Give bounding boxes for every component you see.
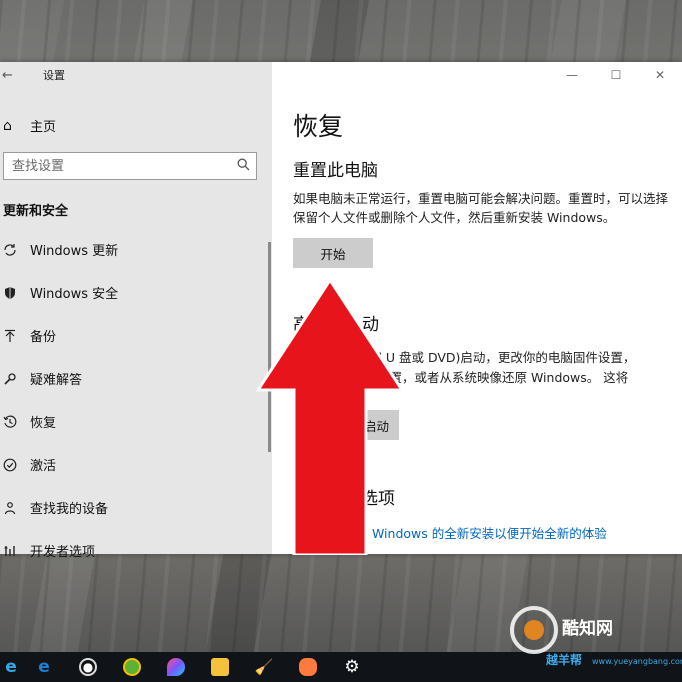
- minimize-button[interactable]: —: [550, 62, 594, 88]
- sidebar-item-activation[interactable]: 激活: [0, 443, 265, 486]
- red-arrow-annotation: [256, 280, 404, 555]
- sidebar-item-developer[interactable]: 开发者选项: [0, 529, 265, 572]
- sidebar-item-recovery[interactable]: 恢复: [0, 400, 265, 443]
- sidebar-item-label: 疑难解答: [30, 373, 83, 388]
- qq-icon[interactable]: ●: [66, 652, 110, 682]
- window-title: 设置: [43, 69, 65, 82]
- sidebar-item-label: 恢复: [30, 416, 57, 431]
- maximize-button[interactable]: ☐: [594, 62, 638, 88]
- sidebar-item-label: 备份: [30, 330, 57, 345]
- paint3d-icon[interactable]: [154, 652, 198, 682]
- sidebar-item-label: Windows 安全: [30, 287, 119, 302]
- reset-pc-heading: 重置此电脑: [293, 161, 378, 181]
- watermark-site: www.yueyangbang.com: [592, 657, 682, 666]
- file-explorer-icon[interactable]: [198, 652, 242, 682]
- browser-360-icon[interactable]: [110, 652, 154, 682]
- sidebar-item-label: 激活: [30, 459, 57, 474]
- watermark-brand2: 越羊帮: [545, 652, 582, 667]
- wrench-icon: [0, 372, 30, 386]
- close-button[interactable]: ✕: [638, 62, 682, 88]
- ie-icon[interactable]: e: [0, 652, 22, 682]
- backup-icon: [0, 329, 30, 343]
- sidebar-item-troubleshoot[interactable]: 疑难解答: [0, 357, 265, 400]
- sidebar-item-find-my-device[interactable]: 查找我的设备: [0, 486, 265, 529]
- history-icon: [0, 415, 30, 429]
- settings-search-box[interactable]: [3, 152, 257, 180]
- search-icon[interactable]: [230, 158, 256, 175]
- shield-icon: [0, 286, 30, 300]
- sidebar-item-label: 开发者选项: [30, 545, 96, 560]
- home-nav-item[interactable]: ⌂ 主页: [0, 116, 57, 136]
- window-titlebar: ← 设置: [0, 62, 272, 88]
- reset-pc-description: 如果电脑未正常运行，重置电脑可能会解决问题。重置时，可以选择保留个人文件或删除个…: [293, 191, 669, 225]
- window-controls: — ☐ ✕: [550, 62, 682, 88]
- sidebar-nav: Windows 更新 Windows 安全 备份 疑难解答 恢复 激活 查找我的…: [0, 228, 265, 572]
- check-circle-icon: [0, 458, 30, 472]
- sidebar-item-windows-update[interactable]: Windows 更新: [0, 228, 265, 271]
- arrow-left-icon[interactable]: ←: [2, 68, 22, 83]
- sidebar-item-label: 查找我的设备: [30, 502, 109, 517]
- painting-icon[interactable]: [286, 652, 330, 682]
- broom-cleaner-icon[interactable]: 🧹: [242, 652, 286, 682]
- gear-icon[interactable]: ⚙: [330, 652, 374, 682]
- search-input[interactable]: [4, 153, 230, 179]
- section-title: 更新和安全: [3, 204, 69, 219]
- edge-icon[interactable]: e: [22, 652, 66, 682]
- developer-icon: [0, 544, 30, 558]
- sync-icon: [0, 243, 30, 257]
- home-label: 主页: [30, 120, 57, 135]
- person-locate-icon: [0, 501, 30, 515]
- sidebar-item-label: Windows 更新: [30, 244, 119, 259]
- settings-sidebar: ← 设置 ⌂ 主页 更新和安全 Windows 更新: [0, 62, 272, 560]
- sidebar-item-backup[interactable]: 备份: [0, 314, 265, 357]
- reset-start-button[interactable]: 开始: [293, 238, 373, 268]
- home-icon: ⌂: [3, 117, 12, 134]
- sidebar-item-windows-security[interactable]: Windows 安全: [0, 271, 265, 314]
- watermark-brand: 酷知网: [562, 618, 613, 639]
- page-title: 恢复: [293, 112, 344, 141]
- watermark-logo: 酷知网 越羊帮 www.yueyangbang.com: [510, 606, 682, 667]
